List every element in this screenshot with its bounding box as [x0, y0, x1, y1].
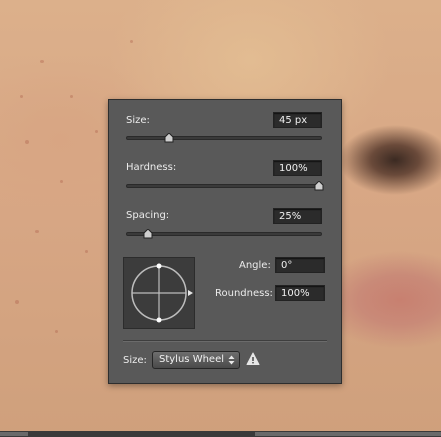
- skin-blemish: [15, 300, 19, 304]
- skin-blemish: [35, 230, 39, 233]
- skin-blemish: [40, 60, 44, 63]
- spacing-input[interactable]: 25%: [273, 208, 322, 224]
- status-bar-segment: [0, 432, 28, 436]
- size-control-label: Size:: [123, 355, 147, 366]
- size-slider-track[interactable]: [126, 133, 322, 143]
- skin-blemish: [55, 330, 58, 333]
- skin-blemish: [60, 180, 63, 183]
- skin-blemish: [70, 95, 73, 98]
- panel-divider: [123, 340, 327, 342]
- warning-triangle-icon[interactable]: [246, 352, 260, 369]
- skin-blemish: [85, 250, 88, 253]
- spacing-label: Spacing:: [126, 210, 170, 221]
- skin-blemish: [95, 130, 98, 133]
- skin-blemish: [130, 40, 133, 43]
- brush-settings-panel: Size: 45 px Hardness: 100% Spacing: 25% …: [108, 99, 342, 384]
- status-bar: [0, 431, 441, 437]
- skin-blemish: [25, 140, 29, 144]
- angle-input[interactable]: 0°: [275, 257, 325, 273]
- size-label: Size:: [126, 115, 150, 126]
- size-control-dropdown[interactable]: Stylus Wheel: [152, 351, 240, 369]
- hardness-input[interactable]: 100%: [273, 160, 322, 176]
- spacing-slider-track[interactable]: [126, 229, 322, 239]
- hardness-label: Hardness:: [126, 162, 177, 173]
- skin-blemish: [20, 95, 23, 98]
- roundness-input[interactable]: 100%: [275, 285, 325, 301]
- hardness-slider-track[interactable]: [126, 181, 324, 191]
- size-input[interactable]: 45 px: [273, 112, 322, 128]
- brush-tip-preview[interactable]: [123, 257, 195, 329]
- roundness-label: Roundness:: [215, 288, 273, 299]
- brush-angle-dial-icon: [131, 263, 193, 323]
- size-control-value: Stylus Wheel: [159, 354, 224, 365]
- angle-label: Angle:: [239, 260, 271, 271]
- scrollbar-thumb[interactable]: [255, 432, 441, 436]
- dropdown-arrows-icon: [228, 354, 235, 372]
